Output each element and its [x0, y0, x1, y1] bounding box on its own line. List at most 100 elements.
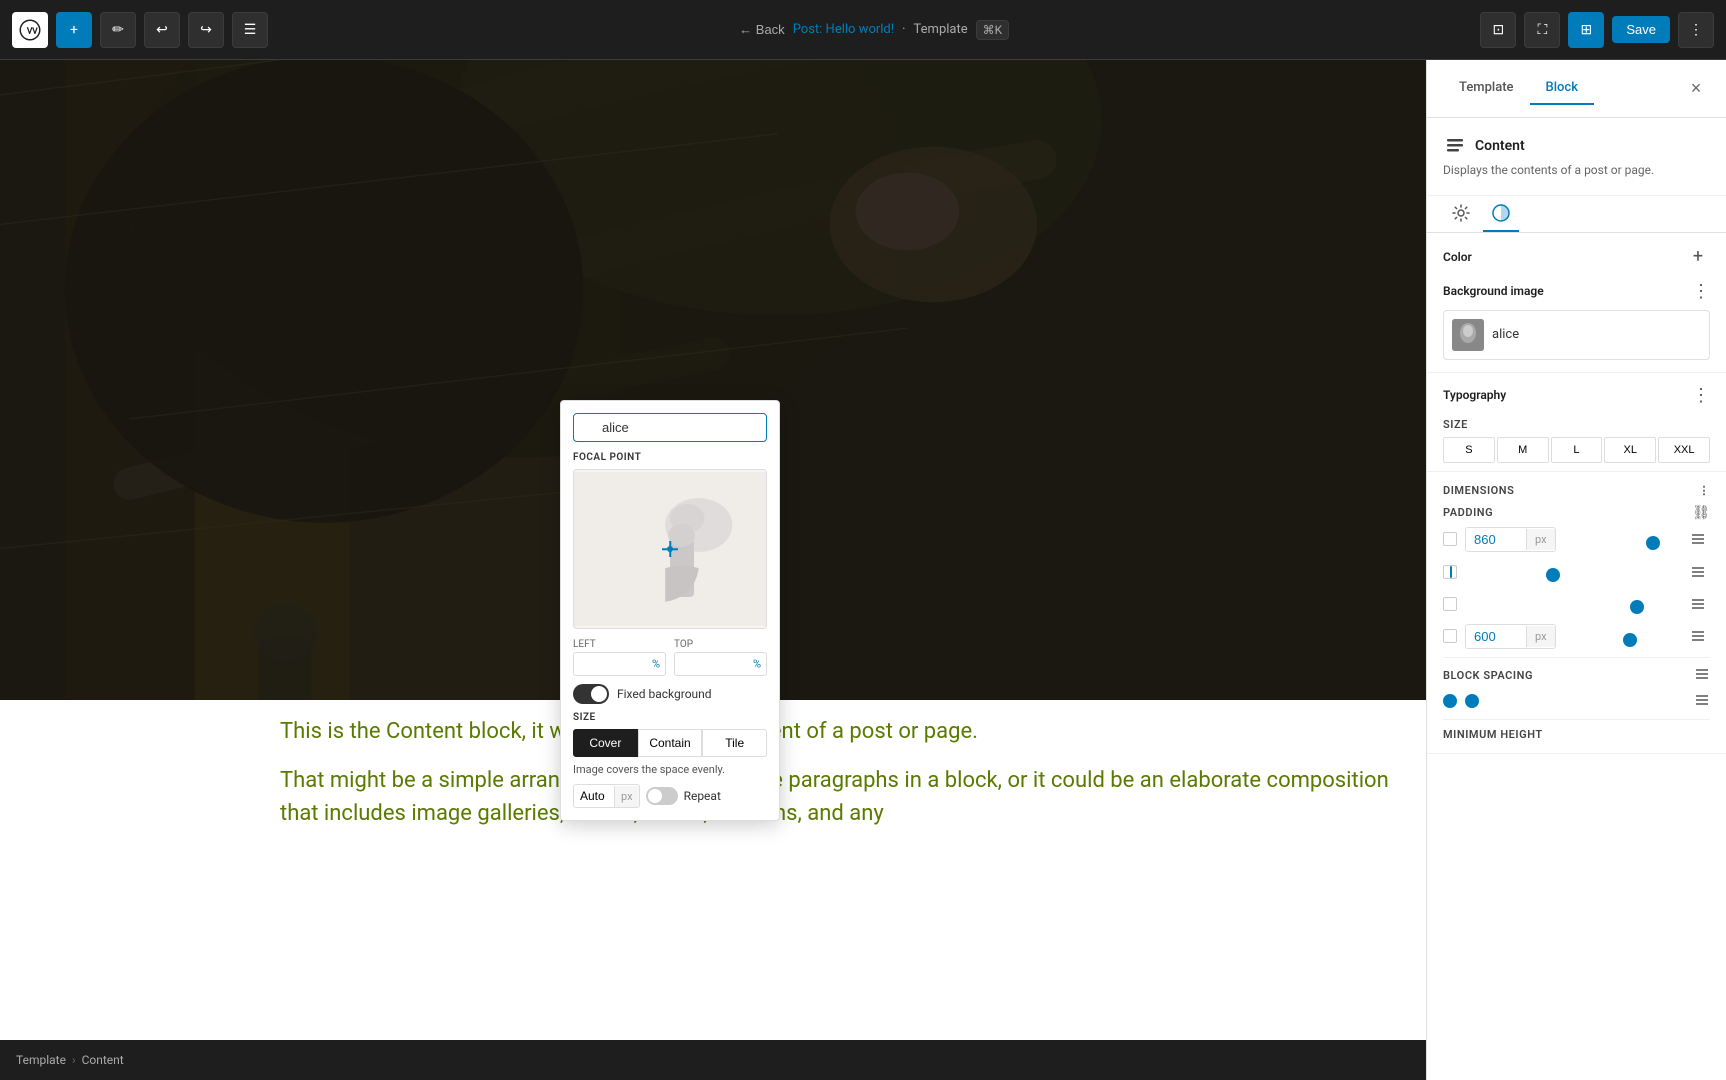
- padding-checkbox-4[interactable]: [1443, 629, 1457, 643]
- top-input-wrap: %: [674, 652, 767, 676]
- padding-link-button[interactable]: ⛓: [1692, 505, 1710, 521]
- tools-button[interactable]: ✏: [100, 12, 136, 48]
- dimensions-label: Dimensions ⋮: [1443, 484, 1710, 497]
- padding-slider-3[interactable]: [1471, 605, 1672, 609]
- padding-input-1[interactable]: [1466, 528, 1526, 551]
- cover-button[interactable]: Cover: [573, 729, 638, 757]
- post-link[interactable]: Post: Hello world!: [793, 22, 894, 37]
- document-overview-button[interactable]: ☰: [232, 12, 268, 48]
- block-spacing-options-button[interactable]: [1694, 666, 1710, 686]
- typography-section: Typography ⋮ SIZE S M L XL XXL: [1427, 372, 1726, 471]
- block-spacing-adjust-button[interactable]: [1694, 692, 1710, 711]
- breadcrumb-template[interactable]: Template: [16, 1053, 66, 1067]
- block-spacing-slider[interactable]: [1465, 699, 1686, 703]
- padding-label: PADDING: [1443, 506, 1493, 519]
- padding-row-4: px: [1443, 624, 1710, 649]
- search-wrap: [573, 413, 767, 442]
- padding-slider-4[interactable]: [1570, 638, 1672, 642]
- settings-tab[interactable]: [1443, 196, 1479, 232]
- padding-row-3: [1443, 592, 1710, 616]
- tile-button[interactable]: Tile: [702, 729, 767, 757]
- size-l-button[interactable]: L: [1551, 437, 1603, 463]
- repeat-toggle[interactable]: [646, 787, 678, 805]
- command-palette-badge[interactable]: ⌘K: [976, 20, 1010, 40]
- block-spacing-row: [1443, 692, 1710, 711]
- padding-options-1-button[interactable]: [1686, 527, 1710, 551]
- contain-button[interactable]: Contain: [638, 729, 703, 757]
- panel-header: Template Block ×: [1427, 60, 1726, 118]
- padding-checkbox-3[interactable]: [1443, 597, 1457, 611]
- padding-slider-2-wrap: [1465, 562, 1678, 581]
- padding-slider-1-wrap: [1564, 530, 1678, 549]
- tab-block[interactable]: Block: [1530, 72, 1594, 105]
- size-xl-button[interactable]: XL: [1604, 437, 1656, 463]
- size-label: SIZE: [573, 712, 767, 723]
- add-block-button[interactable]: +: [56, 12, 92, 48]
- padding-slider-1[interactable]: [1570, 541, 1672, 545]
- panel-tabs: Template Block: [1443, 72, 1594, 105]
- left-input-wrap: %: [573, 652, 666, 676]
- size-section-label: SIZE: [1443, 418, 1710, 431]
- focal-point-popup: FOCAL POINT: [560, 400, 780, 821]
- typography-more-button[interactable]: ⋮: [1692, 385, 1710, 406]
- dimensions-more-button[interactable]: ⋮: [1698, 484, 1710, 497]
- size-xxl-button[interactable]: XXL: [1658, 437, 1710, 463]
- tab-template[interactable]: Template: [1443, 72, 1530, 105]
- size-m-button[interactable]: M: [1497, 437, 1549, 463]
- padding-input-4[interactable]: [1466, 625, 1526, 648]
- undo-button[interactable]: ↩: [144, 12, 180, 48]
- left-suffix: %: [652, 658, 660, 671]
- padding-row-2: [1443, 560, 1710, 584]
- back-button[interactable]: ← Back: [739, 22, 785, 37]
- padding-checkbox-2[interactable]: [1443, 565, 1457, 579]
- auto-input[interactable]: [574, 785, 614, 807]
- min-height-label: MINIMUM HEIGHT: [1443, 728, 1710, 741]
- top-coord-group: TOP %: [674, 639, 767, 676]
- content-paragraph-2: That might be a simple arrangement of co…: [280, 764, 1396, 830]
- color-label: Color: [1443, 250, 1472, 264]
- breadcrumb: Template › Content: [0, 1040, 1426, 1080]
- view-button[interactable]: ⊡: [1480, 12, 1516, 48]
- style-tab[interactable]: [1483, 196, 1519, 232]
- toggle-knob: [591, 686, 607, 702]
- fixed-bg-label: Fixed background: [617, 687, 712, 701]
- padding-options-3-button[interactable]: [1686, 592, 1710, 616]
- breadcrumb-content[interactable]: Content: [82, 1053, 124, 1067]
- block-description: Displays the contents of a post or page.: [1443, 162, 1710, 179]
- block-spacing-indicator: [1443, 694, 1457, 708]
- padding-options-2-button[interactable]: [1686, 560, 1710, 584]
- bg-image-preview[interactable]: alice: [1443, 310, 1710, 360]
- padding-slider-2[interactable]: [1471, 573, 1672, 577]
- padding-slider-3-wrap: [1465, 594, 1678, 613]
- bg-image-label: Background image: [1443, 284, 1544, 298]
- wp-logo[interactable]: [12, 12, 48, 48]
- topbar-center: ← Back Post: Hello world! · Template ⌘K: [276, 20, 1472, 40]
- padding-options-4-button[interactable]: [1686, 624, 1710, 648]
- more-menu-button[interactable]: ⋮: [1678, 12, 1714, 48]
- settings-sidebar-button[interactable]: ⊞: [1568, 12, 1604, 48]
- breadcrumb-sep: ›: [72, 1053, 76, 1067]
- image-search-input[interactable]: [573, 413, 767, 442]
- close-panel-button[interactable]: ×: [1682, 75, 1710, 103]
- auto-row: px Repeat: [573, 784, 767, 808]
- block-spacing-label: BLOCK SPACING: [1443, 669, 1533, 682]
- content-text-area: This is the Content block, it will displ…: [280, 715, 1396, 830]
- padding-input-group-4: px: [1465, 624, 1556, 649]
- size-hint: Image covers the space evenly.: [573, 763, 767, 776]
- redo-button[interactable]: ↪: [188, 12, 224, 48]
- fixed-bg-toggle[interactable]: [573, 684, 609, 704]
- content-paragraph-1: This is the Content block, it will displ…: [280, 715, 1396, 748]
- focal-point-handle[interactable]: [662, 541, 678, 557]
- bg-image-more-button[interactable]: ⋮: [1692, 281, 1710, 302]
- left-coord-group: LEFT %: [573, 639, 666, 676]
- editor-canvas: ≡ ▣ ⋮: [0, 60, 1426, 1080]
- size-s-button[interactable]: S: [1443, 437, 1495, 463]
- padding-checkbox-1[interactable]: [1443, 532, 1457, 546]
- save-button[interactable]: Save: [1612, 16, 1670, 43]
- padding-unit-4: px: [1526, 626, 1555, 647]
- fullscreen-button[interactable]: ⛶: [1524, 12, 1560, 48]
- color-add-button[interactable]: +: [1686, 245, 1710, 269]
- auto-input-group: px: [573, 784, 640, 808]
- image-preview[interactable]: [573, 469, 767, 629]
- typography-label: Typography: [1443, 388, 1506, 402]
